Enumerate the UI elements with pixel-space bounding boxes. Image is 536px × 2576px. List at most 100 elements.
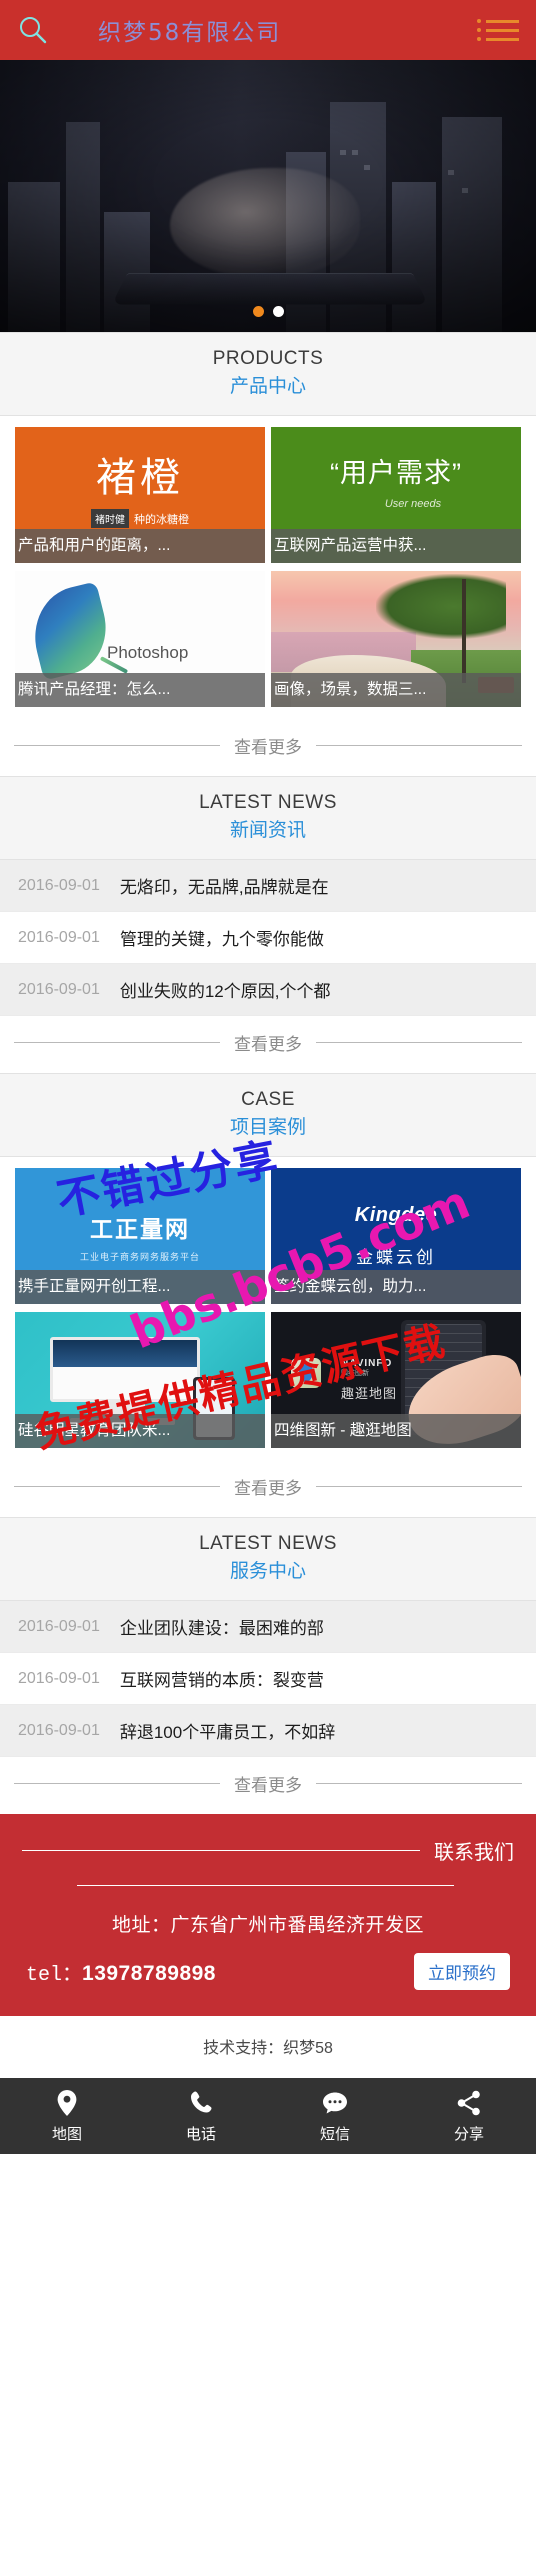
divider-line (14, 1783, 220, 1785)
divider-line (316, 1042, 522, 1044)
case-caption: 硅谷明星教育团队米... (15, 1414, 265, 1449)
feather-icon (23, 581, 117, 681)
section-header-news: LATEST NEWS 新闻资讯 (0, 776, 536, 861)
carousel-dots[interactable] (0, 306, 536, 317)
product-card[interactable]: Photoshop 腾讯产品经理：怎么... (12, 571, 268, 715)
site-header: 织梦58有限公司 (0, 0, 536, 60)
divider-line (316, 1486, 522, 1488)
bottom-nav-share[interactable]: 分享 (402, 2078, 536, 2154)
news-view-more[interactable]: 查看更多 (0, 1016, 536, 1074)
bottom-nav-map[interactable]: 地图 (0, 2078, 134, 2154)
product-caption: 产品和用户的距离，... (15, 529, 265, 564)
product-card[interactable]: 褚橙 褚时健 种的冰糖橙 产品和用户的距离，... (12, 427, 268, 571)
hamburger-menu-icon[interactable] (466, 19, 536, 41)
product-image-sub: User needs (384, 498, 442, 511)
product-card[interactable]: 画像，场景，数据三... (268, 571, 524, 715)
service-row[interactable]: 2016-09-01 互联网营销的本质：裂变营 (0, 1653, 536, 1706)
news-title: 管理的关键，九个零你能做 (119, 930, 324, 950)
product-image-title: “用户需求” (330, 458, 462, 489)
phone-icon (188, 2089, 214, 2117)
section-title-cn: 项目案例 (229, 1116, 306, 1138)
contact-tel[interactable]: tel：13978789898 (26, 1957, 216, 1987)
site-title: 织梦58有限公司 (98, 20, 282, 46)
contact-title: 联系我们 (434, 1842, 514, 1865)
bottom-nav-label: 地图 (51, 2125, 82, 2143)
tech-support-text: 技术支持：织梦58 (0, 2016, 536, 2079)
product-thumb[interactable]: Photoshop 腾讯产品经理：怎么... (15, 571, 265, 708)
contact-address: 地址：广东省广州市番禺经济开发区 (111, 1915, 424, 1937)
carousel-dot-2[interactable] (272, 306, 284, 317)
product-caption: 互联网产品运营中获... (271, 529, 521, 564)
bottom-nav-phone[interactable]: 电话 (134, 2078, 268, 2154)
contact-section: 联系我们 地址：广东省广州市番禺经济开发区 tel：13978789898 立即… (0, 1814, 536, 2017)
product-image-title: 褚橙 (96, 455, 184, 502)
case-thumb[interactable]: Kingdee 金蝶云创 签约金蝶云创，助力... (271, 1168, 521, 1305)
product-image-tag: 褚时健 (91, 509, 129, 529)
news-title: 创业失败的12个原因,个个都 (119, 982, 331, 1002)
tel-label: tel： (26, 1963, 83, 1987)
contact-title-row: 联系我们 (22, 1836, 514, 1865)
news-date: 2016-09-01 (18, 980, 100, 998)
divider-line (22, 1850, 420, 1852)
section-title-en: CASE (241, 1089, 295, 1111)
news-date: 2016-09-01 (18, 928, 100, 946)
divider-line (14, 745, 220, 747)
product-thumb[interactable]: 画像，场景，数据三... (271, 571, 521, 708)
bottom-nav-label: 分享 (453, 2125, 484, 2143)
case-logo-sub: 工业电子商务网务服务平台 (79, 1251, 200, 1262)
case-brand-cn: 四维图新 (341, 1369, 369, 1377)
news-row[interactable]: 2016-09-01 创业失败的12个原因,个个都 (0, 964, 536, 1017)
park-lamp-pole (462, 579, 466, 683)
product-card[interactable]: “用户需求” User needs 互联网产品运营中获... (268, 427, 524, 571)
case-card[interactable]: 硅谷明星教育团队米... (12, 1312, 268, 1456)
photoshop-label: Photoshop (107, 643, 189, 663)
service-row[interactable]: 2016-09-01 企业团队建设：最困难的部 (0, 1601, 536, 1654)
service-date: 2016-09-01 (18, 1669, 100, 1687)
section-title-en: LATEST NEWS (199, 1533, 337, 1555)
contact-tel-row: tel：13978789898 立即预约 (22, 1953, 514, 1991)
monitor-mockup (50, 1336, 200, 1402)
news-list: 2016-09-01 无烙印，无品牌,品牌就是在 2016-09-01 管理的关… (0, 860, 536, 1017)
case-caption: 携手正量网开创工程... (15, 1270, 265, 1305)
news-row[interactable]: 2016-09-01 管理的关键，九个零你能做 (0, 912, 536, 965)
service-row[interactable]: 2016-09-01 辞退100个平庸员工，不如辞 (0, 1705, 536, 1758)
news-row[interactable]: 2016-09-01 无烙印，无品牌,品牌就是在 (0, 860, 536, 913)
section-header-service: LATEST NEWS 服务中心 (0, 1517, 536, 1602)
case-thumb[interactable]: 工正量网 工业电子商务网务服务平台 携手正量网开创工程... (15, 1168, 265, 1305)
contact-divider (77, 1885, 454, 1887)
case-caption: 四维图新 - 趣逛地图 (271, 1414, 521, 1449)
divider-line (316, 745, 522, 747)
banner-vignette (0, 60, 536, 332)
service-view-more[interactable]: 查看更多 (0, 1757, 536, 1815)
product-thumb[interactable]: 褚橙 褚时健 种的冰糖橙 产品和用户的距离，... (15, 427, 265, 564)
bottom-nav-sms[interactable]: 短信 (268, 2078, 402, 2154)
section-title-en: PRODUCTS (212, 348, 324, 369)
case-logo: 工正量网 (90, 1215, 190, 1242)
section-title-cn: 服务中心 (229, 1560, 306, 1582)
product-thumb[interactable]: “用户需求” User needs 互联网产品运营中获... (271, 427, 521, 564)
product-image-sub: 种的冰糖橙 (134, 513, 189, 526)
book-now-button[interactable]: 立即预约 (414, 1953, 510, 1991)
tel-number: 13978789898 (82, 1961, 216, 1985)
case-card[interactable]: NAVINFO 四维图新 趣逛地图 四维图新 - 趣逛地图 (268, 1312, 524, 1456)
service-date: 2016-09-01 (18, 1721, 100, 1739)
case-card[interactable]: 工正量网 工业电子商务网务服务平台 携手正量网开创工程... (12, 1168, 268, 1312)
search-icon[interactable] (0, 15, 66, 45)
case-thumb[interactable]: 硅谷明星教育团队米... (15, 1312, 265, 1449)
case-logo-sub: 金蝶云创 (356, 1248, 436, 1268)
products-view-more[interactable]: 查看更多 (0, 719, 536, 777)
view-more-label: 查看更多 (234, 738, 302, 758)
section-header-products: PRODUCTS 产品中心 (0, 332, 536, 417)
case-card[interactable]: Kingdee 金蝶云创 签约金蝶云创，助力... (268, 1168, 524, 1312)
hero-carousel[interactable] (0, 60, 536, 332)
case-thumb[interactable]: NAVINFO 四维图新 趣逛地图 四维图新 - 趣逛地图 (271, 1312, 521, 1449)
products-grid: 褚橙 褚时健 种的冰糖橙 产品和用户的距离，... “用户需求” User ne… (0, 416, 536, 719)
case-grid: 工正量网 工业电子商务网务服务平台 携手正量网开创工程... Kingdee 金… (0, 1157, 536, 1460)
bottom-nav-label: 电话 (185, 2125, 216, 2143)
view-more-label: 查看更多 (234, 1776, 302, 1796)
case-view-more[interactable]: 查看更多 (0, 1460, 536, 1518)
divider-line (316, 1783, 522, 1785)
carousel-dot-1[interactable] (252, 306, 264, 317)
message-icon (321, 2089, 349, 2117)
mobile-page: 织梦58有限公司 PRODUCTS 产品中心 褚橙 褚时健 种的冰糖橙 产品和用… (0, 0, 536, 2155)
